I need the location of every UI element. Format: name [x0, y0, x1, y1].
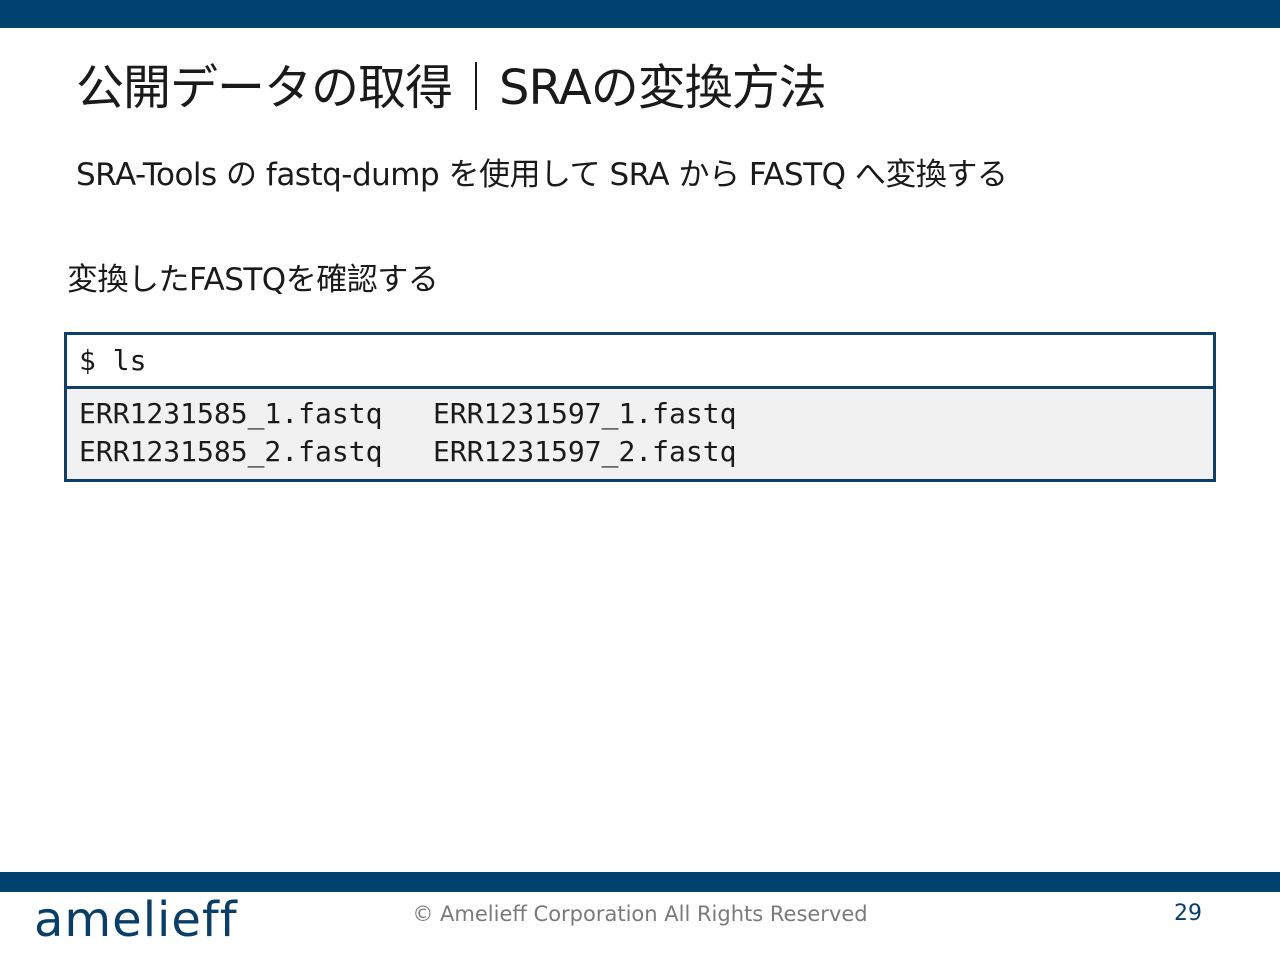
section-label: 変換したFASTQを確認する: [67, 262, 439, 298]
terminal-block: $ ls ERR1231585_1.fastq ERR1231597_1.fas…: [64, 332, 1216, 482]
terminal-output-line: ERR1231585_1.fastq ERR1231597_1.fastq: [79, 397, 737, 430]
header-bar: [0, 0, 1280, 28]
slide-title: 公開データの取得｜SRAの変換方法: [76, 60, 827, 116]
terminal-output: ERR1231585_1.fastq ERR1231597_1.fastq ER…: [67, 389, 1213, 479]
terminal-output-line: ERR1231585_2.fastq ERR1231597_2.fastq: [79, 435, 737, 468]
slide-subtitle: SRA-Tools の fastq-dump を使用して SRA から FAST…: [76, 157, 1008, 193]
page-number: 29: [1174, 901, 1202, 926]
copyright-notice: © Amelieff Corporation All Rights Reserv…: [412, 902, 868, 926]
terminal-command: $ ls: [67, 335, 1213, 389]
footer-bar: [0, 872, 1280, 892]
